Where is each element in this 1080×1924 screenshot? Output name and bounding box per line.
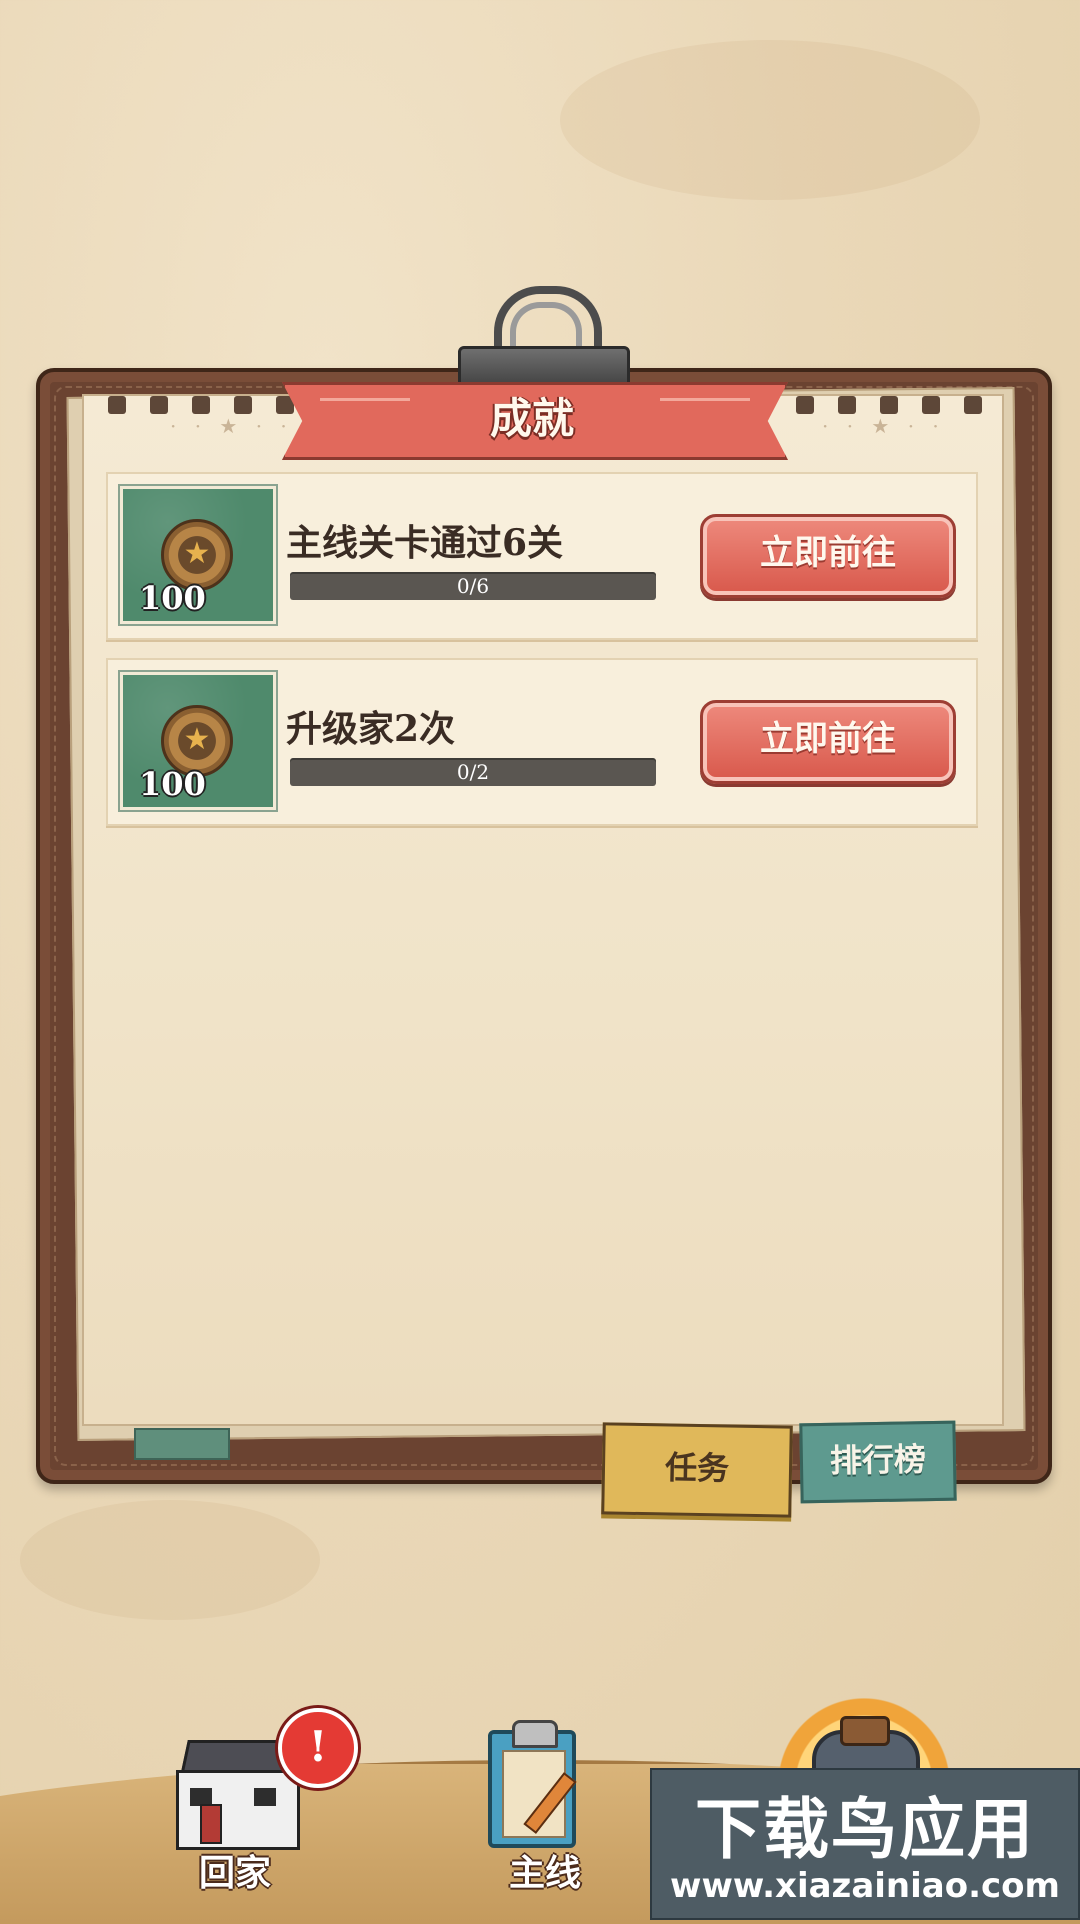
go-now-button[interactable]: 立即前往 xyxy=(700,514,956,598)
watermark-url: www.xiazainiao.com xyxy=(670,1866,1060,1906)
nav-main-label: 主线 xyxy=(508,1852,581,1894)
task-title: 升级家2次 xyxy=(286,708,456,750)
paper-stain xyxy=(560,40,980,200)
tab-task[interactable]: 任务 xyxy=(601,1422,793,1518)
watermark: 下载鸟应用 www.xiazainiao.com xyxy=(650,1768,1080,1920)
progress-bar: 0/2 xyxy=(290,758,656,786)
progress-text: 0/6 xyxy=(456,574,490,598)
paper-stain xyxy=(20,1500,320,1620)
tab-leaderboard[interactable]: 排行榜 xyxy=(799,1420,957,1504)
nav-home-label: 回家 xyxy=(198,1852,271,1894)
binding-rings-right xyxy=(796,396,982,414)
decor-star-icon: · · ★ · · xyxy=(822,414,945,438)
nav-main[interactable]: 主线 xyxy=(470,1704,620,1896)
progress-bar: 0/6 xyxy=(290,572,656,600)
watermark-title: 下载鸟应用 xyxy=(695,1791,1035,1868)
notification-badge: ! xyxy=(278,1708,358,1788)
task-card: ★ 100 升级家2次 0/2 立即前往 xyxy=(106,658,978,826)
go-now-button[interactable]: 立即前往 xyxy=(700,700,956,784)
page-title: 成就 xyxy=(489,394,574,443)
reward-tile: ★ 100 xyxy=(120,672,276,810)
progress-text: 0/2 xyxy=(456,760,490,784)
green-tab-edge xyxy=(134,1428,230,1460)
binding-rings-left xyxy=(108,396,294,414)
decor-star-icon: · · ★ · · xyxy=(170,414,293,438)
reward-count: 100 xyxy=(139,765,206,803)
task-title: 主线关卡通过6关 xyxy=(286,522,564,564)
reward-count: 100 xyxy=(139,579,206,617)
reward-tile: ★ 100 xyxy=(120,486,276,624)
task-card: ★ 100 主线关卡通过6关 0/6 立即前往 xyxy=(106,472,978,640)
